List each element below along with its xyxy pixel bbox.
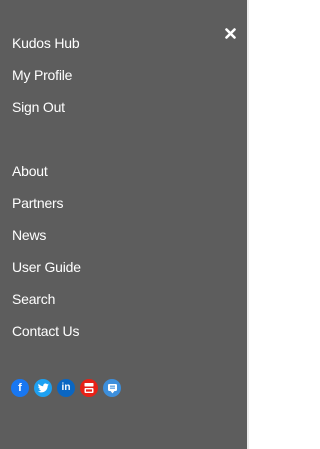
blog-button[interactable] (103, 379, 121, 397)
facebook-icon: f (18, 382, 22, 394)
menu-item-sign-out[interactable]: Sign Out (12, 97, 79, 129)
twitter-icon (37, 383, 49, 393)
account-menu: Kudos Hub My Profile Sign Out (12, 33, 80, 129)
linkedin-button[interactable]: in (57, 379, 75, 397)
youtube-icon (84, 383, 94, 393)
social-links: f in (11, 379, 121, 397)
menu-item-partners[interactable]: Partners (12, 193, 81, 225)
site-menu: About Partners News User Guide Search Co… (12, 161, 81, 353)
menu-item-news[interactable]: News (12, 225, 81, 257)
linkedin-icon: in (61, 382, 71, 393)
menu-item-user-guide[interactable]: User Guide (12, 257, 81, 289)
menu-item-search[interactable]: Search (12, 289, 81, 321)
side-menu-panel: Kudos Hub My Profile Sign Out About Part… (0, 0, 247, 449)
page-edge (247, 0, 249, 449)
twitter-button[interactable] (34, 379, 52, 397)
menu-item-about[interactable]: About (12, 161, 81, 193)
youtube-button[interactable] (80, 379, 98, 397)
close-icon (224, 27, 236, 39)
menu-item-kudos-hub[interactable]: Kudos Hub (12, 33, 80, 65)
close-menu-button[interactable] (223, 26, 237, 40)
menu-item-contact-us[interactable]: Contact Us (12, 321, 81, 353)
facebook-button[interactable]: f (11, 379, 29, 397)
menu-item-my-profile[interactable]: My Profile (12, 65, 79, 97)
blog-icon (107, 383, 117, 393)
